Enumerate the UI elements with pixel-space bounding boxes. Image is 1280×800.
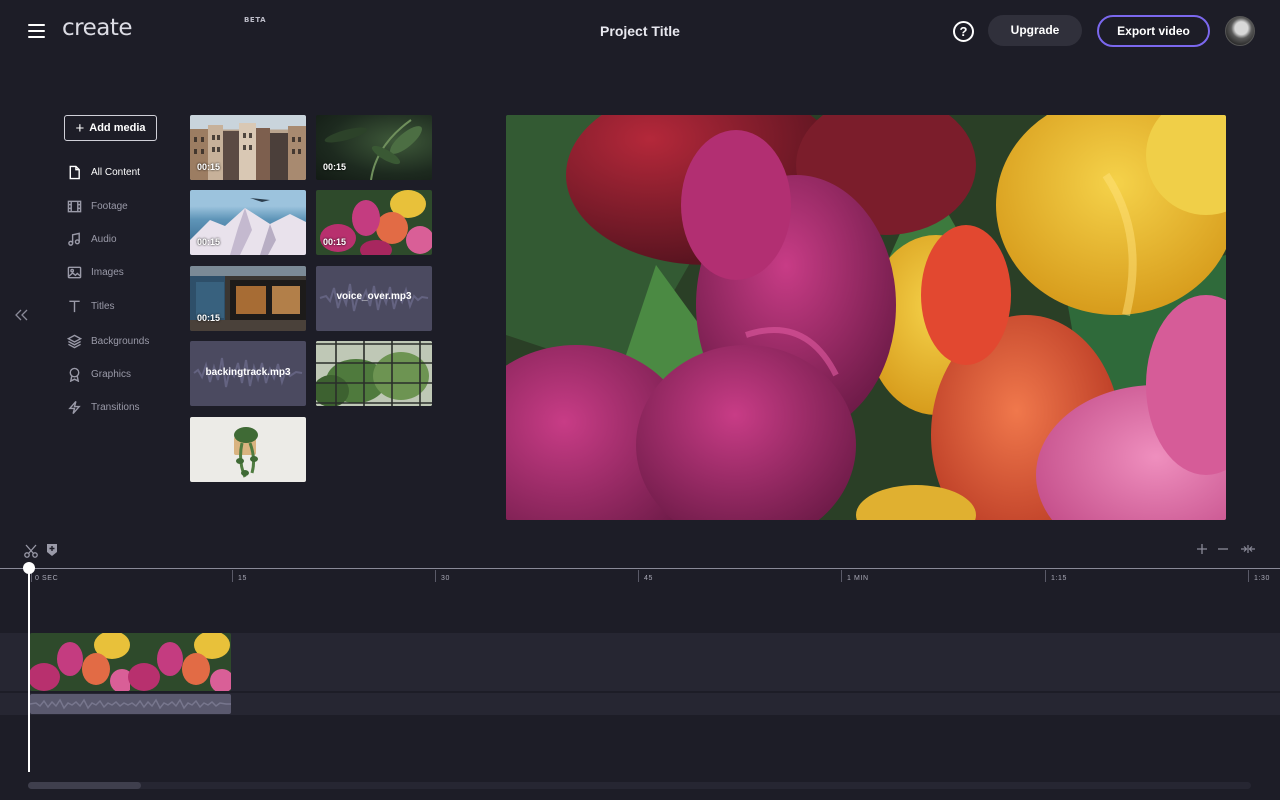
fit-timeline-icon[interactable] <box>1240 541 1256 557</box>
tick-1-30 <box>1248 570 1249 582</box>
badge-icon <box>66 366 82 382</box>
media-duration: 00:15 <box>197 313 221 323</box>
sidebar-item-backgrounds[interactable]: Backgrounds <box>66 331 149 351</box>
tick-1-15 <box>1045 570 1046 582</box>
tick-label-15: 15 <box>238 575 247 582</box>
tick-label-1-30: 1:30 <box>1254 575 1271 582</box>
media-audio-name: voice_over.mp3 <box>336 291 412 302</box>
tick-label-0: 0 SEC <box>35 575 59 582</box>
text-t-icon <box>66 298 82 314</box>
zoom-in-icon[interactable] <box>1194 541 1210 557</box>
sidebar-item-label: Footage <box>91 200 128 212</box>
sidebar-item-label: Backgrounds <box>91 335 150 347</box>
menu-icon[interactable] <box>28 24 45 38</box>
sidebar-item-label: Images <box>91 266 124 278</box>
project-title[interactable]: Project Title <box>540 23 740 39</box>
upgrade-button[interactable]: Upgrade <box>988 15 1082 46</box>
tick-label-30: 30 <box>441 575 450 582</box>
beta-badge: BETA <box>244 16 267 24</box>
media-thumb-cafe[interactable]: 00:15 <box>190 266 306 331</box>
timeline-scrollbar-thumb[interactable] <box>28 782 141 789</box>
media-duration: 00:15 <box>323 237 347 247</box>
layers-icon <box>66 333 82 349</box>
timeline-video-clip[interactable] <box>30 633 231 691</box>
video-preview[interactable] <box>506 115 1226 520</box>
tick-label-1min: 1 MIN <box>847 575 869 582</box>
sidebar-item-label: Audio <box>91 233 117 245</box>
media-thumb-greenhouse[interactable] <box>316 341 432 406</box>
add-media-button[interactable]: + Add media <box>64 115 157 141</box>
image-icon <box>66 264 82 280</box>
sidebar-item-label: Graphics <box>91 368 132 380</box>
file-icon <box>66 164 82 180</box>
tick-1min <box>841 570 842 582</box>
timeline-audio-clip[interactable] <box>30 694 231 714</box>
music-note-icon <box>66 231 82 247</box>
media-thumb-voice-over[interactable]: voice_over.mp3 <box>316 266 432 331</box>
lightning-icon <box>66 399 82 415</box>
media-thumb-mountains[interactable]: 00:15 <box>190 190 306 255</box>
sidebar-item-label: Titles <box>91 300 115 312</box>
add-media-label: Add media <box>89 122 146 134</box>
sidebar-item-audio[interactable]: Audio <box>66 229 117 249</box>
help-icon[interactable]: ? <box>953 21 974 42</box>
sidebar-item-graphics[interactable]: Graphics <box>66 364 131 384</box>
media-thumb-city[interactable]: 00:15 <box>190 115 306 180</box>
media-thumb-plant[interactable] <box>190 417 306 482</box>
film-icon <box>66 198 82 214</box>
tick-15 <box>232 570 233 582</box>
media-thumb-backingtrack[interactable]: backingtrack.mp3 <box>190 341 306 406</box>
sidebar-item-label: All Content <box>91 166 140 178</box>
sidebar-item-label: Transitions <box>91 401 140 413</box>
media-thumb-tulips[interactable]: 00:15 <box>316 190 432 255</box>
tick-label-1-15: 1:15 <box>1051 575 1068 582</box>
sidebar-item-all-content[interactable]: All Content <box>66 162 140 182</box>
app-header: clipchampcreate BETA Project Title ? Upg… <box>0 0 1280 674</box>
collapse-panel-icon[interactable] <box>13 306 31 324</box>
tick-label-45: 45 <box>644 575 653 582</box>
media-duration: 00:15 <box>197 237 221 247</box>
waveform-icon <box>30 698 231 710</box>
media-duration: 00:15 <box>197 162 221 172</box>
user-avatar[interactable] <box>1225 16 1255 46</box>
sidebar-item-images[interactable]: Images <box>66 262 124 282</box>
sidebar-item-titles[interactable]: Titles <box>66 296 115 316</box>
logo-create: create <box>62 15 133 41</box>
plus-icon: + <box>75 119 85 137</box>
media-audio-name: backingtrack.mp3 <box>205 367 291 378</box>
export-video-button[interactable]: Export video <box>1097 15 1210 47</box>
media-thumb-leaves[interactable]: 00:15 <box>316 115 432 180</box>
tick-30 <box>435 570 436 582</box>
media-duration: 00:15 <box>323 162 347 172</box>
app-logo[interactable]: clipchampcreate BETA <box>62 15 266 674</box>
sidebar-item-footage[interactable]: Footage <box>66 196 128 216</box>
tick-45 <box>638 570 639 582</box>
playhead[interactable] <box>28 568 30 772</box>
playhead-handle[interactable] <box>23 562 35 574</box>
zoom-out-icon[interactable] <box>1215 541 1231 557</box>
sidebar-item-transitions[interactable]: Transitions <box>66 397 140 417</box>
scissors-icon[interactable] <box>23 543 39 559</box>
timeline-scrollbar[interactable] <box>28 782 1251 789</box>
add-marker-icon[interactable] <box>45 543 59 557</box>
timeline-ruler[interactable] <box>0 568 1280 569</box>
